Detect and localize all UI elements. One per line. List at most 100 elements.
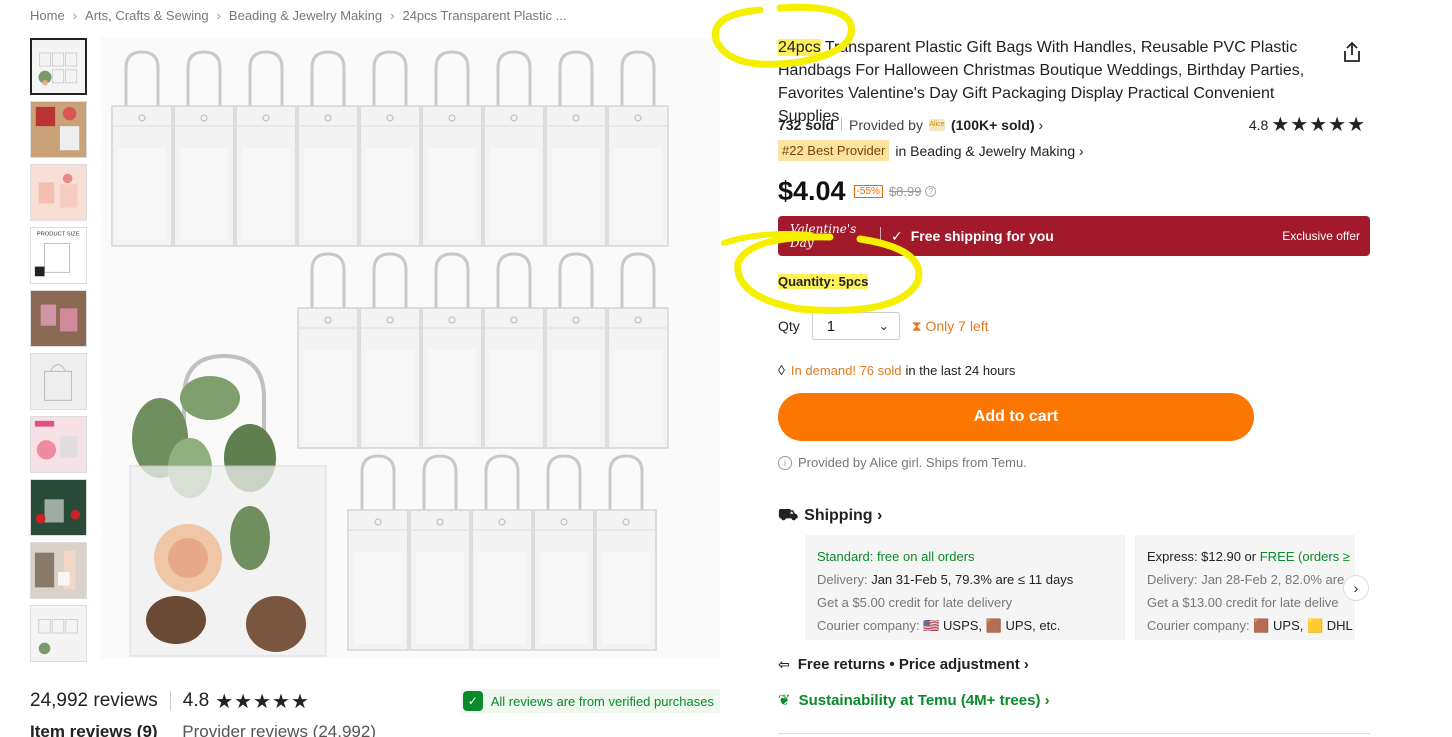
courier-label: Courier company:: [817, 618, 920, 633]
original-price: $8.99: [888, 184, 922, 199]
sold-count: 732 sold: [778, 116, 835, 133]
thumbnail-model-bag[interactable]: [30, 542, 87, 599]
thumbnail-bags-stack-2[interactable]: [30, 605, 87, 662]
breadcrumb: Home › Arts, Crafts & Sewing › Beading & Jew…: [30, 8, 567, 23]
express-title-prefix: Express: $12.90 or: [1147, 549, 1260, 564]
main-product-image[interactable]: [100, 38, 720, 658]
quantity-label-text: Quantity: 5pcs: [778, 274, 869, 289]
standard-credit: Get a $5.00 credit for late delivery: [817, 595, 1013, 610]
leaf-icon: ❦: [778, 692, 791, 709]
info-icon[interactable]: ?: [925, 186, 937, 197]
tab-provider-reviews[interactable]: Provider reviews (24,992): [182, 722, 376, 737]
returns-text: Free returns • Price adjustment: [797, 656, 1020, 673]
product-rating[interactable]: 4.8 ★★★★★: [1249, 112, 1366, 137]
express-credit: Get a $13.00 credit for late delive: [1147, 595, 1339, 610]
stock-warning: ⧗ Only 7 left: [912, 318, 989, 335]
standard-couriers: 🇺🇸 USPS, 🟫 UPS, etc.: [923, 618, 1061, 633]
breadcrumb-arts-crafts[interactable]: Arts, Crafts & Sewing: [85, 8, 209, 23]
title-highlight: 24pcs: [778, 39, 821, 56]
chevron-right-icon[interactable]: ›: [1035, 117, 1043, 133]
check-icon: ✓: [891, 227, 903, 244]
provider-logo[interactable]: Alice: [928, 118, 945, 131]
chevron-right-icon: ›: [1019, 656, 1029, 673]
chevron-right-icon: ›: [72, 8, 78, 23]
chevron-right-icon: ›: [1075, 142, 1084, 159]
sustainability-row[interactable]: ❦ Sustainability at Temu (4M+ trees) ›: [778, 691, 1050, 710]
divider: [880, 227, 881, 245]
thumbnail-pink-bags[interactable]: [30, 164, 87, 221]
sustainability-text: Sustainability at Temu (4M+ trees): [798, 691, 1041, 709]
standard-title: Standard: free on all orders: [817, 549, 975, 564]
shipping-heading[interactable]: ⛟ Shipping ›: [778, 506, 882, 526]
verified-text: All reviews are from verified purchases: [490, 693, 714, 709]
price-row: $4.04 -55% $8.99 ?: [778, 176, 937, 207]
best-provider-badge: #22 Best Provider: [778, 140, 890, 161]
breadcrumb-current: 24pcs Transparent Plastic ...: [402, 8, 567, 23]
returns-row[interactable]: ⇦ Free returns • Price adjustment ›: [778, 656, 1029, 673]
thumbnail-gift-scene[interactable]: [30, 101, 87, 158]
thumbnail-bags-stack[interactable]: [30, 38, 87, 95]
demand-row: ◊ In demand! 76 sold in the last 24 hour…: [778, 362, 1015, 378]
thumbnail-christmas-bags[interactable]: [30, 479, 87, 536]
reviews-count[interactable]: 24,992 reviews: [30, 690, 158, 712]
standard-delivery: Jan 31-Feb 5, 79.3% are ≤ 11 days: [871, 572, 1074, 587]
valentines-logo: Valentine's Day: [790, 222, 857, 250]
express-title-free: FREE (orders ≥: [1259, 549, 1350, 564]
thumbnail-single-bag[interactable]: [30, 353, 87, 410]
rating-value: 4.8: [1248, 116, 1269, 133]
quantity-label: Quantity: 5pcs: [778, 274, 869, 289]
shield-check-icon: ✓: [462, 691, 483, 711]
best-provider-category: in Beading & Jewelry Making: [895, 142, 1076, 159]
exclusive-offer-text: Exclusive offer: [1282, 229, 1360, 243]
review-tabs: Item reviews (9) Provider reviews (24,99…: [30, 722, 396, 737]
current-price: $4.04: [778, 176, 846, 206]
delivery-label: Delivery:: [817, 572, 868, 587]
thumbnail-list: PRODUCT SIZE: [30, 38, 88, 668]
chevron-right-icon: ›: [216, 8, 221, 23]
chevron-right-icon[interactable]: ›: [1343, 575, 1369, 601]
chevron-right-icon: ›: [390, 8, 395, 23]
thumbnail-outdoor-bags[interactable]: [30, 290, 87, 347]
return-icon: ⇦: [778, 656, 790, 672]
chevron-down-icon: ⌄: [878, 319, 889, 333]
provided-note: i Provided by Alice girl. Ships from Tem…: [778, 455, 1027, 470]
qty-row: Qty 1 ⌄ ⧗ Only 7 left: [778, 312, 989, 340]
courier-label: Courier company:: [1147, 618, 1250, 633]
discount-badge: -55%: [853, 185, 883, 198]
qty-label: Qty: [778, 318, 800, 334]
thumbnail-product-size[interactable]: PRODUCT SIZE: [30, 227, 87, 284]
share-icon[interactable]: [1340, 40, 1364, 64]
divider: [841, 118, 843, 131]
add-to-cart-button[interactable]: Add to cart: [778, 393, 1254, 441]
svg-text:PRODUCT SIZE: PRODUCT SIZE: [37, 232, 80, 238]
shipping-card-express[interactable]: Express: $12.90 or FREE (orders ≥ Delive…: [1135, 535, 1355, 640]
express-delivery: Jan 28-Feb 2, 82.0% are: [1201, 572, 1345, 587]
reviews-summary: 24,992 reviews 4.8 ★★★★★ ✓ All reviews a…: [30, 688, 720, 714]
promo-banner[interactable]: Valentine's Day ✓ Free shipping for you …: [778, 216, 1370, 256]
truck-icon: ⛟: [778, 507, 799, 524]
stock-warning-text: Only 7 left: [925, 317, 989, 334]
provided-by-label: Provided by: [849, 116, 923, 133]
free-shipping-text: Free shipping for you: [910, 228, 1054, 244]
provided-note-text: Provided by Alice girl. Ships from Temu.: [798, 455, 1027, 470]
demand-rest: in the last 24 hours: [905, 362, 1016, 378]
verified-badge: ✓ All reviews are from verified purchase…: [460, 689, 720, 713]
chevron-right-icon: ›: [872, 507, 883, 524]
star-rating-icon: ★★★★★: [215, 690, 310, 713]
breadcrumb-beading[interactable]: Beading & Jewelry Making: [229, 8, 382, 23]
best-provider-row[interactable]: #22 Best Provider in Beading & Jewelry M…: [778, 140, 1084, 161]
tab-item-reviews[interactable]: Item reviews (9): [30, 722, 158, 737]
shipping-card-standard[interactable]: Standard: free on all orders Delivery: J…: [805, 535, 1125, 640]
qty-select[interactable]: 1 ⌄: [811, 312, 900, 340]
info-icon: i: [778, 455, 792, 470]
qty-value: 1: [826, 317, 836, 335]
divider: [169, 691, 171, 711]
thumbnail-pink-decor[interactable]: [30, 416, 87, 473]
flame-icon: ◊: [778, 362, 785, 378]
demand-highlight: In demand! 76 sold: [790, 362, 902, 378]
provider-sold[interactable]: (100K+ sold): [951, 117, 1035, 133]
breadcrumb-home[interactable]: Home: [30, 8, 65, 23]
delivery-label: Delivery:: [1147, 572, 1198, 587]
shipping-heading-text: Shipping: [804, 507, 873, 524]
hourglass-icon: ⧗: [911, 317, 926, 334]
